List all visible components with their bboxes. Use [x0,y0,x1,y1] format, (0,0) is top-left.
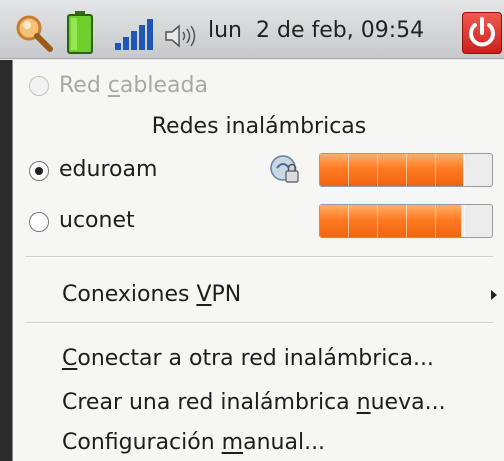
wired-mnemonic: c [107,73,120,98]
wired-network-item: Red cableada [13,67,504,103]
create-new-label-part: Crear una red inalámbrica [62,390,357,415]
manual-label-part: Configuración [62,430,222,455]
network-menu: Red cableada Redes inalámbricas eduroam … [12,60,504,461]
wired-label-part: Red [59,73,108,98]
separator [25,256,493,258]
create-new-network-item[interactable]: Crear una red inalámbrica nueva... [13,384,504,420]
clock[interactable]: lun 2 de feb, 09:54 [208,16,424,46]
top-panel: lun 2 de feb, 09:54 [0,0,504,59]
wired-label-part: ableada [119,73,208,98]
wireless-networks-header: Redes inalámbricas [151,114,367,139]
connect-other-network-item[interactable]: Conectar a otra red inalámbrica... [13,340,504,376]
create-new-label-part: ueva... [370,390,446,415]
vpn-mnemonic: V [196,282,212,307]
window-edge [0,60,12,461]
battery-icon[interactable] [66,10,94,54]
signal-icon[interactable] [114,19,154,51]
create-new-mnemonic: n [356,390,371,415]
network-item-eduroam[interactable]: eduroam [13,149,504,191]
network-name: eduroam [59,157,158,182]
signal-strength-bar [319,204,493,238]
vpn-connections-item[interactable]: Conexiones VPN [13,276,504,312]
manual-configuration-item[interactable]: Configuración manual... [13,424,504,460]
volume-icon[interactable] [164,24,198,48]
network-radio[interactable] [29,212,49,232]
submenu-arrow-icon [491,290,497,300]
manual-mnemonic: m [221,430,244,455]
signal-strength-bar [319,153,493,187]
separator [25,322,493,324]
network-radio-selected[interactable] [29,161,49,181]
secure-network-icon [270,155,299,183]
connect-other-label-part: onectar a otra red inalámbrica... [77,346,434,371]
network-name: uconet [59,208,135,233]
vpn-label-part: PN [211,282,242,307]
connect-other-mnemonic: C [62,346,78,371]
power-icon[interactable] [462,12,502,54]
vpn-label-part: Conexiones [62,282,197,307]
manual-label-part: anual... [243,430,326,455]
network-item-uconet[interactable]: uconet [13,200,504,242]
search-icon[interactable] [14,13,54,53]
wired-radio [29,76,49,96]
